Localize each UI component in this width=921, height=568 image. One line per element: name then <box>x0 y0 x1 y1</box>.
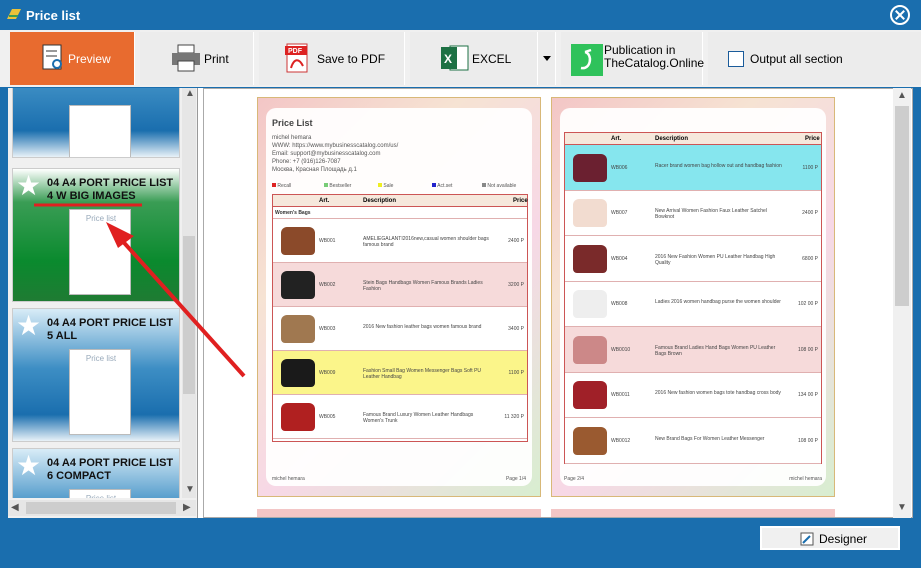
designer-button[interactable]: Designer <box>760 526 900 550</box>
arrow-annotation-icon <box>116 234 246 378</box>
designer-icon <box>800 532 814 546</box>
designer-label: Designer <box>819 532 868 546</box>
annotation-overlay <box>34 203 246 378</box>
arrowhead-icon <box>106 222 134 248</box>
